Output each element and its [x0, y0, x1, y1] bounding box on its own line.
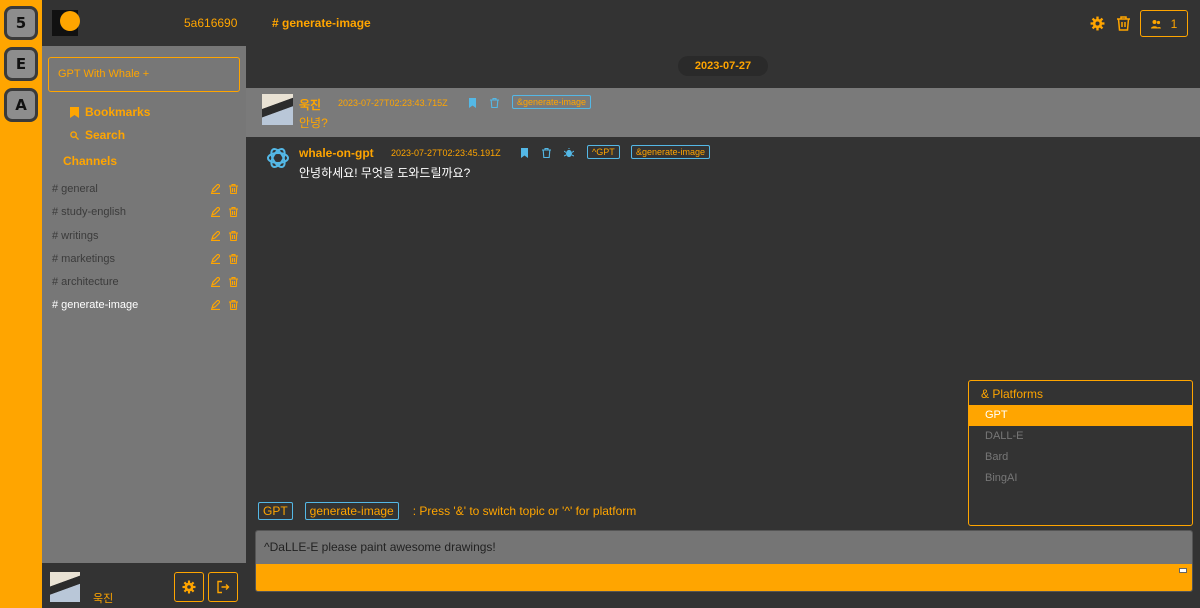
user-settings-button[interactable] — [174, 572, 204, 602]
platform-tag[interactable]: GPT — [258, 502, 293, 520]
edit-icon[interactable] — [211, 207, 220, 217]
bug-icon[interactable] — [564, 148, 574, 158]
footer-username: 욱진 — [93, 593, 114, 605]
trash-icon[interactable] — [490, 98, 499, 108]
hint-text: : Press '&' to switch topic or '^' for p… — [412, 504, 637, 518]
platforms-popup: & Platforms GPT DALL-E Bard BingAI — [968, 380, 1193, 526]
sidebar-footer: 욱진 — [42, 563, 246, 608]
platform-option-dall-e[interactable]: DALL-E — [969, 426, 1192, 447]
search-label: Search — [85, 128, 126, 142]
avatar[interactable] — [262, 94, 293, 125]
channel-name: # generate-image — [52, 299, 139, 311]
message-username[interactable]: 욱진 — [299, 96, 321, 113]
search-icon — [70, 130, 79, 140]
platforms-title: & Platforms — [981, 387, 1044, 401]
topic-tag[interactable]: &generate-image — [631, 145, 711, 159]
message-text: 안녕하세요! 무엇을 도와드릴까요? — [299, 166, 471, 180]
bookmarks-link[interactable]: Bookmarks — [70, 105, 150, 119]
resize-handle-icon[interactable] — [1179, 568, 1187, 573]
channel-item-study-english[interactable]: # study-english — [52, 203, 240, 221]
workspace-button-e[interactable]: E — [4, 47, 38, 81]
gpt-with-whale-button[interactable]: GPT With Whale + — [48, 57, 240, 92]
channel-title: # generate-image — [272, 16, 371, 30]
platform-option-bingai[interactable]: BingAI — [969, 468, 1192, 489]
avatar[interactable] — [50, 572, 80, 602]
logout-button[interactable] — [208, 572, 238, 602]
channel-header: # generate-image 1 — [246, 0, 1200, 46]
sidebar-header: 5a616690 — [42, 0, 246, 46]
edit-icon[interactable] — [211, 300, 220, 310]
trash-icon[interactable] — [229, 207, 238, 217]
channel-name: # marketings — [52, 253, 115, 265]
trash-icon[interactable] — [229, 231, 238, 241]
message-text: 안녕? — [299, 116, 328, 130]
channel-item-general[interactable]: # general — [52, 180, 240, 198]
trash-icon[interactable] — [229, 184, 238, 194]
channel-item-generate-image[interactable]: # generate-image — [52, 296, 240, 314]
bookmarks-label: Bookmarks — [85, 105, 151, 119]
members-button[interactable]: 1 — [1140, 10, 1188, 37]
bookmark-icon[interactable] — [468, 98, 477, 108]
message-timestamp: 2023-07-27T02:23:43.715Z — [338, 98, 448, 108]
search-link[interactable]: Search — [70, 128, 125, 142]
gear-icon[interactable] — [1090, 16, 1105, 31]
platform-option-bard[interactable]: Bard — [969, 447, 1192, 468]
channel-item-writings[interactable]: # writings — [52, 227, 240, 245]
date-divider: 2023-07-27 — [678, 56, 768, 76]
workspace-rail: 5 E A — [0, 0, 42, 608]
message-input[interactable]: ^DaLLE-E please paint awesome drawings! — [256, 531, 1192, 564]
message-composer: ^DaLLE-E please paint awesome drawings! — [255, 530, 1193, 592]
message-item[interactable]: whale-on-gpt 2023-07-27T02:23:45.191Z ^G… — [246, 138, 1200, 184]
logo-dot-icon — [60, 11, 80, 31]
composer-toolbar — [256, 564, 1192, 591]
message-username[interactable]: whale-on-gpt — [299, 146, 374, 160]
workspace-button-5[interactable]: 5 — [4, 6, 38, 40]
channel-name: # study-english — [52, 206, 126, 218]
trash-icon[interactable] — [229, 277, 238, 287]
edit-icon[interactable] — [211, 184, 220, 194]
channels-title: Channels — [63, 154, 118, 168]
openai-icon[interactable] — [265, 145, 291, 171]
member-count: 1 — [1170, 16, 1178, 31]
edit-icon[interactable] — [211, 254, 220, 264]
workspace-button-a[interactable]: A — [4, 88, 38, 122]
message-item[interactable]: 욱진 2023-07-27T02:23:43.715Z &generate-im… — [246, 88, 1200, 137]
edit-icon[interactable] — [211, 277, 220, 287]
channel-name: # writings — [52, 230, 99, 242]
composer-hint: GPT generate-image : Press '&' to switch… — [258, 502, 636, 520]
members-icon — [1150, 19, 1161, 28]
trash-icon[interactable] — [542, 148, 551, 158]
sidebar: 5a616690 GPT With Whale + Bookmarks Sear… — [42, 0, 246, 608]
channel-name: # architecture — [52, 276, 119, 288]
main-panel: # generate-image 1 2023-07-27 욱진 2023-07… — [246, 0, 1200, 608]
topic-tag[interactable]: &generate-image — [512, 95, 592, 109]
channel-item-architecture[interactable]: # architecture — [52, 273, 240, 291]
bookmark-icon — [70, 106, 79, 118]
topic-tag[interactable]: generate-image — [304, 502, 399, 520]
bookmark-icon[interactable] — [520, 148, 529, 158]
team-id: 5a616690 — [184, 16, 238, 30]
message-timestamp: 2023-07-27T02:23:45.191Z — [391, 148, 501, 158]
platform-tag[interactable]: ^GPT — [587, 145, 620, 159]
trash-icon[interactable] — [229, 300, 238, 310]
gear-icon — [182, 580, 196, 594]
trash-icon[interactable] — [229, 254, 238, 264]
channel-item-marketings[interactable]: # marketings — [52, 250, 240, 268]
edit-icon[interactable] — [211, 231, 220, 241]
platform-option-gpt[interactable]: GPT — [969, 405, 1192, 426]
channel-name: # general — [52, 183, 98, 195]
trash-icon[interactable] — [1116, 16, 1131, 31]
logout-icon — [217, 580, 230, 594]
